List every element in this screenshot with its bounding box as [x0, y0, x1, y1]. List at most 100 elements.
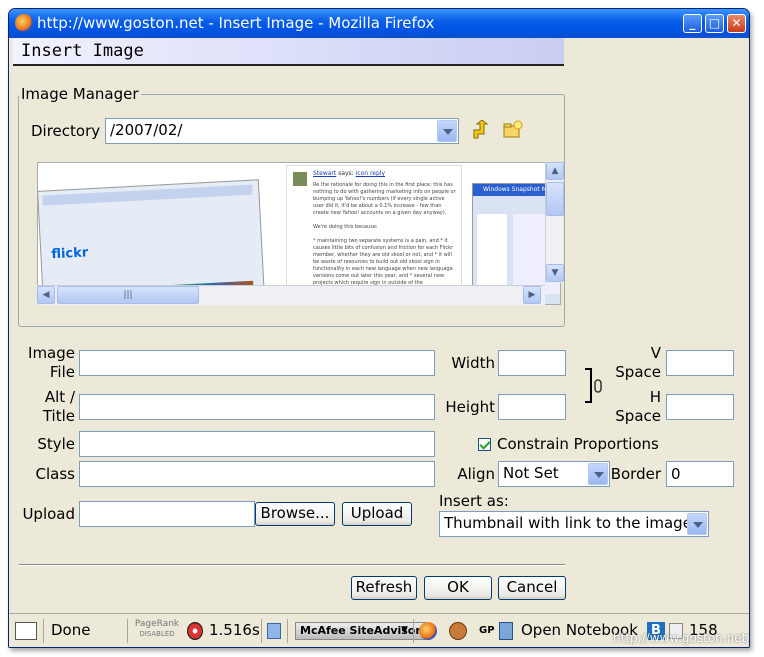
load-time: 1.516s	[209, 621, 260, 639]
class-input[interactable]	[79, 461, 435, 487]
flickr-logo: flickr	[51, 245, 89, 263]
new-folder-icon[interactable]	[503, 120, 523, 138]
comment-bullets: * maintaining two separate systems is a …	[313, 238, 454, 286]
alt-title-input[interactable]	[79, 394, 435, 420]
insert-as-value: Thumbnail with link to the image	[444, 514, 692, 532]
timer-icon[interactable]	[187, 622, 203, 640]
divider	[413, 619, 414, 643]
chevron-down-icon	[437, 120, 457, 142]
minimize-icon: _	[689, 16, 696, 30]
comment-header: Stewart says: icon reply	[313, 170, 385, 177]
insert-as-select[interactable]: Thumbnail with link to the image	[439, 511, 709, 537]
image-manager-legend: Image Manager	[21, 85, 139, 103]
alt-title-label-line2: Title	[42, 407, 75, 425]
comment-says: says:	[338, 170, 354, 177]
grip-icon: |||	[123, 290, 133, 300]
image-file-label-line1: Image	[28, 344, 75, 362]
image-file-label: Image File	[17, 344, 75, 382]
status-text: Done	[51, 621, 91, 639]
align-value: Not Set	[503, 464, 559, 482]
alt-title-label: Alt / Title	[17, 388, 75, 426]
comment-author: Stewart	[313, 170, 337, 177]
scroll-left-button[interactable]: ◀	[37, 286, 55, 304]
minimize-button[interactable]: _	[683, 14, 702, 33]
preview-vertical-scrollbar[interactable]: ▲ ▼	[545, 162, 564, 283]
scroll-down-icon: ▼	[551, 268, 559, 278]
align-label: Align	[457, 465, 495, 483]
pagerank-widget[interactable]: PageRank DISABLED	[133, 619, 181, 639]
width-label: Width	[451, 354, 495, 372]
firefox-window: http://www.goston.net - Insert Image - M…	[8, 8, 750, 648]
scroll-up-icon: ▲	[551, 166, 559, 176]
constrain-proportions-checkbox[interactable]	[478, 438, 491, 451]
dialog-content: Insert Image Image Manager Directory /20…	[13, 38, 745, 613]
window-titlebar[interactable]: http://www.goston.net - Insert Image - M…	[9, 9, 749, 38]
scroll-down-button[interactable]: ▼	[546, 264, 564, 282]
constrain-proportions-label: Constrain Proportions	[497, 435, 659, 453]
scroll-right-icon: ▶	[528, 290, 536, 300]
divider	[261, 619, 262, 643]
thumbnail-image-2[interactable]: Stewart says: icon reply Re the rational…	[286, 165, 462, 304]
style-input[interactable]	[79, 431, 435, 457]
divider	[287, 619, 288, 643]
height-input[interactable]	[498, 394, 566, 420]
preview-horizontal-scrollbar[interactable]: ◀ ||| ▶	[37, 285, 545, 305]
firefox-icon[interactable]	[419, 622, 437, 640]
insert-as-label: Insert as:	[439, 492, 509, 510]
chevron-down-icon	[588, 463, 608, 485]
scroll-right-button[interactable]: ▶	[523, 286, 541, 304]
image-file-input[interactable]	[79, 350, 435, 376]
firefox-icon	[15, 14, 33, 32]
vspace-input[interactable]	[666, 350, 734, 376]
upload-button[interactable]: Upload	[342, 502, 412, 526]
thumbnail-toolbar	[42, 184, 253, 206]
style-label: Style	[37, 435, 75, 453]
hspace-label: H Space	[601, 388, 661, 426]
hspace-label-line1: H	[649, 388, 661, 406]
notebook-icon[interactable]	[499, 622, 513, 640]
ok-button[interactable]: OK	[424, 576, 492, 600]
maximize-icon: □	[708, 16, 721, 30]
width-input[interactable]	[498, 350, 566, 376]
window-title: http://www.goston.net - Insert Image - M…	[37, 14, 435, 32]
scroll-thumb-vertical[interactable]	[546, 182, 564, 216]
vspace-label: V Space	[601, 344, 661, 382]
class-label: Class	[35, 465, 75, 483]
scroll-thumb-horizontal[interactable]: |||	[57, 286, 199, 304]
status-bar: Done PageRank DISABLED 1.516s McAfee Site…	[9, 613, 749, 647]
image-preview-area[interactable]: flickr Stewart says: icon reply Re the r…	[37, 162, 561, 305]
maximize-button[interactable]: □	[705, 14, 724, 33]
upload-file-input[interactable]	[79, 501, 255, 527]
hspace-input[interactable]	[666, 394, 734, 420]
alt-title-label-line1: Alt /	[44, 388, 75, 406]
snapshot-panel	[477, 214, 507, 294]
scroll-up-button[interactable]: ▲	[546, 162, 564, 180]
comment-body: Re the rationale for doing this in the f…	[313, 182, 456, 216]
folder-up-icon[interactable]	[471, 120, 489, 140]
comment-link: icon reply	[355, 170, 386, 177]
pagerank-state: DISABLED	[139, 630, 175, 638]
refresh-button[interactable]: Refresh	[351, 576, 417, 600]
upload-label: Upload	[22, 505, 75, 523]
hspace-label-line2: Space	[615, 407, 661, 425]
height-label: Height	[445, 398, 495, 416]
monkey-icon[interactable]	[449, 622, 467, 640]
align-select[interactable]: Not Set	[498, 461, 610, 487]
close-button[interactable]: ✕	[727, 14, 746, 33]
border-input[interactable]	[666, 461, 734, 487]
divider	[127, 619, 128, 643]
cancel-button[interactable]: Cancel	[498, 576, 566, 600]
mcafee-dropdown-icon[interactable]: ▼	[401, 614, 408, 647]
directory-label: Directory	[31, 122, 101, 140]
page-icon[interactable]	[267, 623, 281, 639]
dialog-title: Insert Image	[13, 38, 564, 66]
vspace-label-line2: Space	[615, 363, 661, 381]
directory-select[interactable]: /2007/02/	[105, 118, 459, 144]
border-label: Border	[610, 465, 661, 483]
browse-button[interactable]: Browse...	[255, 502, 335, 526]
vspace-label-line1: V	[650, 344, 661, 362]
gp-label[interactable]: GP	[479, 614, 495, 647]
watermark: http://www.goston.net/	[613, 631, 750, 645]
divider	[43, 619, 44, 643]
pagerank-label: PageRank	[134, 619, 180, 629]
